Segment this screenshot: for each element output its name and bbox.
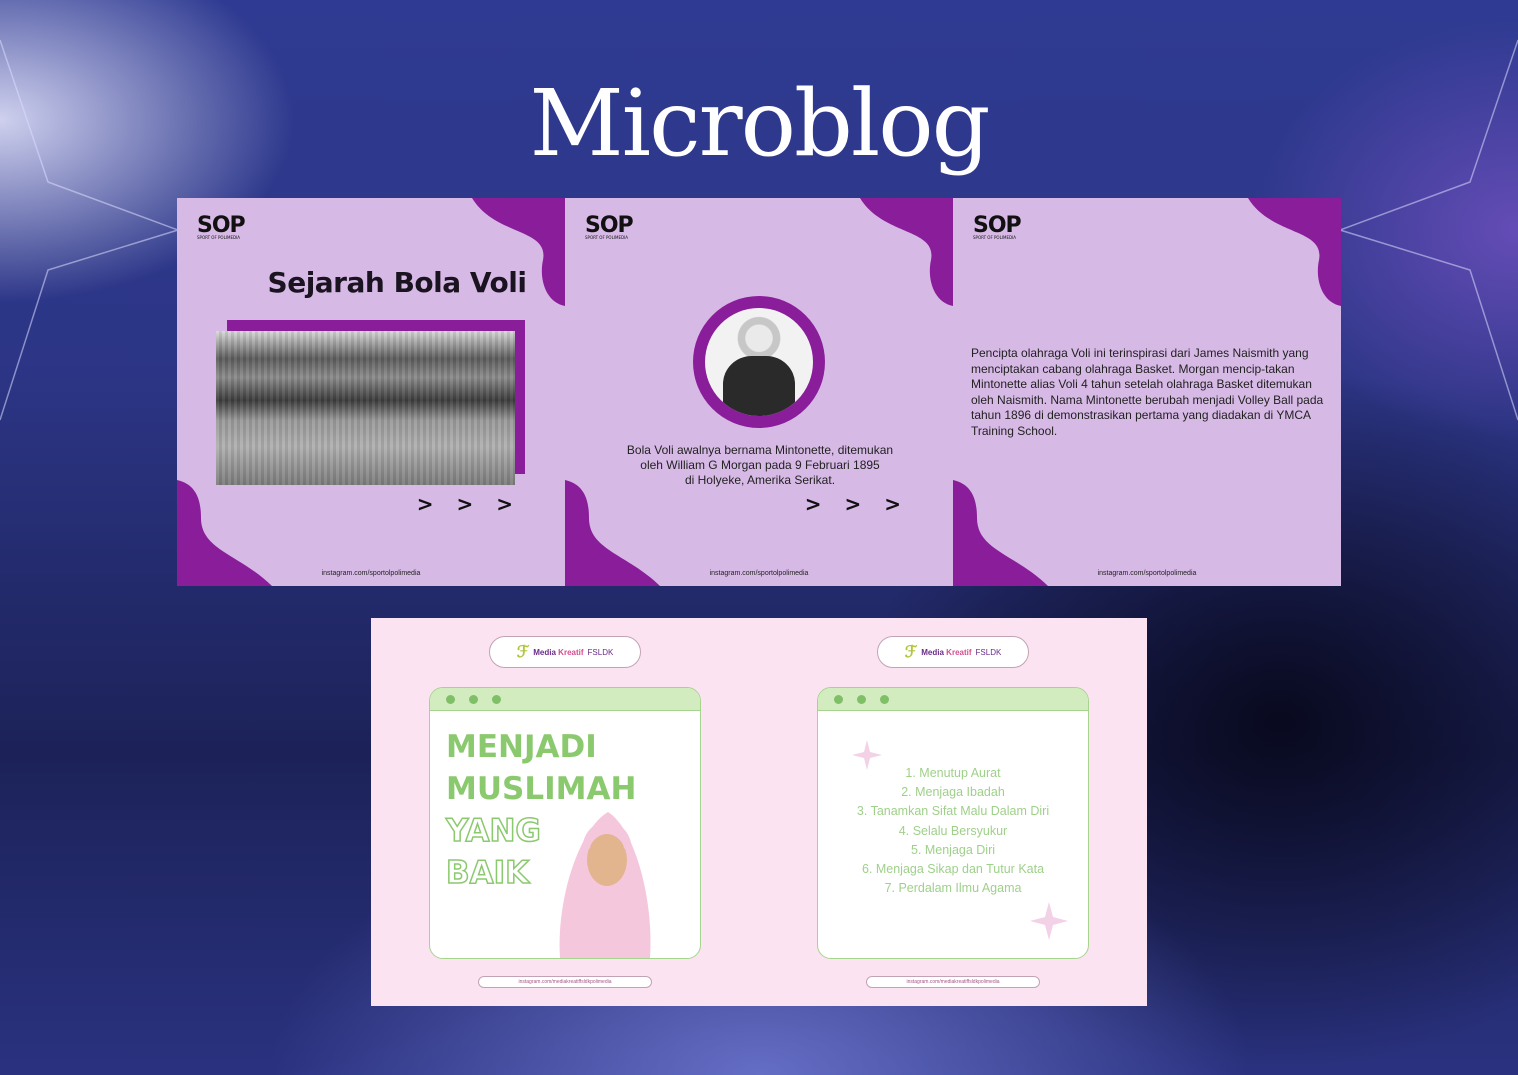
instagram-handle: instagram.com/sportolpolimedia xyxy=(321,570,421,577)
media-kreatif-badge: ℱ Media Kreatif FSLDK xyxy=(489,636,641,668)
slide-mintonette: SOP SPORT OF POLIMEDIA Bola Voli awalnya … xyxy=(565,198,953,586)
slide-paragraph: Pencipta olahraga Voli ini terinspirasi … xyxy=(971,346,1324,438)
footer-handle: instagram.com/mediakreatiffsldkpolimedia xyxy=(478,976,652,988)
window-titlebar xyxy=(818,688,1088,711)
list-item: 7. Perdalam Ilmu Agama xyxy=(884,881,1022,896)
list-item: 5. Menjaga Diri xyxy=(910,842,996,857)
list-item: 2. Menjaga Ibadah xyxy=(901,785,1005,800)
badge-brand: Media Kreatif xyxy=(921,647,972,657)
badge-sub: FSLDK xyxy=(587,647,614,657)
sop-logo: SOP SPORT OF POLIMEDIA xyxy=(973,213,1022,240)
window-muslimah-title: MENJADI MUSLIMAH YANG BAIK xyxy=(429,687,701,959)
slide-sejarah-bola-voli: SOP SPORT OF POLIMEDIA Sejarah Bola Voli … xyxy=(177,198,565,586)
window-dot-icon xyxy=(880,694,889,704)
volleyball-photo xyxy=(216,331,515,485)
next-arrows[interactable]: > > > xyxy=(417,492,521,516)
instagram-handle: instagram.com/sportolpolimedia xyxy=(709,570,809,577)
slide-caption: Bola Voli awalnya bernama Mintonette, di… xyxy=(605,443,915,488)
muslimah-title: MENJADI MUSLIMAH YANG BAIK xyxy=(445,726,637,894)
window-dot-icon xyxy=(857,694,866,704)
window-dot-icon xyxy=(469,694,478,704)
footer-handle: instagram.com/mediakreatiffsldkpolimedia xyxy=(866,976,1040,988)
caption-line: Bola Voli awalnya bernama Mintonette, di… xyxy=(626,443,894,457)
caption-line: oleh William G Morgan pada 9 Februari 18… xyxy=(640,458,880,472)
slide-title: Sejarah Bola Voli xyxy=(267,266,527,299)
leaf-logo-icon: ℱ xyxy=(904,644,918,661)
instagram-handle: instagram.com/sportolpolimedia xyxy=(1097,570,1197,577)
window-dot-icon xyxy=(492,694,501,704)
badge-brand: Media Kreatif xyxy=(533,647,584,657)
caption-line: di Holyeke, Amerika Serikat. xyxy=(684,473,836,487)
tips-list: 1. Menutup Aurat 2. Menjaga Ibadah 3. Ta… xyxy=(818,764,1088,898)
badge-sub: FSLDK xyxy=(975,647,1002,657)
window-muslimah-list: 1. Menutup Aurat 2. Menjaga Ibadah 3. Ta… xyxy=(817,687,1089,959)
window-dot-icon xyxy=(446,694,455,704)
title-line: MUSLIMAH xyxy=(446,771,637,807)
sop-logo: SOP SPORT OF POLIMEDIA xyxy=(585,213,634,240)
list-item: 4. Selalu Bersyukur xyxy=(898,823,1008,838)
title-line: MENJADI xyxy=(446,729,597,765)
list-item: 1. Menutup Aurat xyxy=(905,766,1001,780)
list-item: 6. Menjaga Sikap dan Tutur Kata xyxy=(861,862,1045,877)
window-dot-icon xyxy=(834,694,843,704)
page-title: Microblog xyxy=(529,70,990,177)
sop-logo: SOP SPORT OF POLIMEDIA xyxy=(197,213,246,240)
title-line: YANG xyxy=(445,812,541,850)
title-line: BAIK xyxy=(445,854,530,892)
slide-volleyball-origin: SOP SPORT OF POLIMEDIA Pencipta olahraga … xyxy=(953,198,1341,586)
leaf-logo-icon: ℱ xyxy=(516,644,530,661)
william-morgan-portrait xyxy=(705,308,813,416)
window-titlebar xyxy=(430,688,700,711)
sparkle-icon xyxy=(1030,902,1068,940)
portrait-frame xyxy=(693,296,825,428)
next-arrows[interactable]: > > > xyxy=(805,492,909,516)
media-kreatif-badge: ℱ Media Kreatif FSLDK xyxy=(877,636,1029,668)
list-item: 3. Tanamkan Sifat Malu Dalam Diri xyxy=(856,804,1050,819)
muslimah-microblog: ℱ Media Kreatif FSLDK ℱ Media Kreatif FS… xyxy=(371,618,1147,1006)
